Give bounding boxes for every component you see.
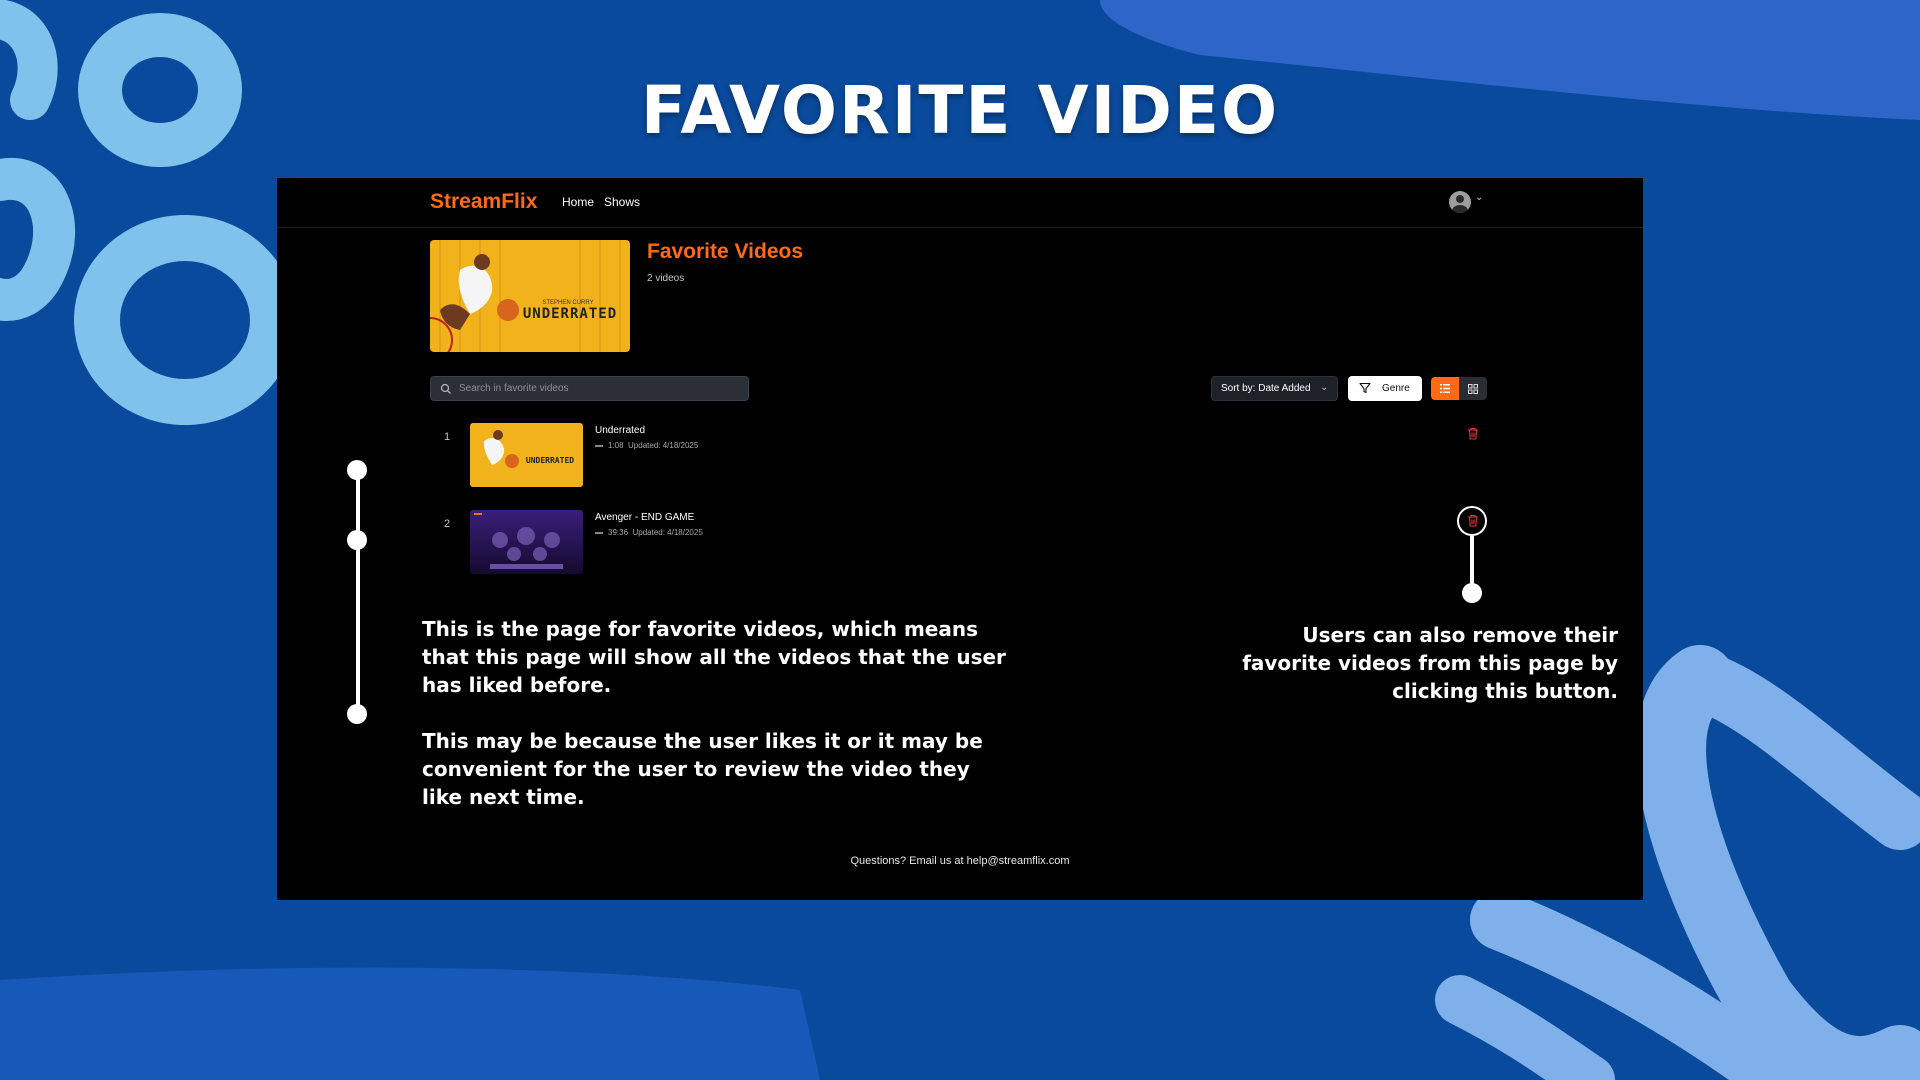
search-icon (440, 383, 451, 394)
grid-view-button[interactable] (1459, 377, 1487, 400)
trash-icon[interactable] (1467, 427, 1479, 440)
video-duration: 1:08 (608, 441, 624, 450)
nav-shows-link[interactable]: Shows (604, 195, 640, 209)
video-thumbnail-underrated[interactable]: UNDERRATED (470, 423, 583, 487)
delete-highlight-ring (1457, 506, 1487, 536)
video-title[interactable]: Underrated (595, 425, 645, 436)
annotation-dot (1462, 583, 1482, 603)
annotation-left-paragraph-1: This is the page for favorite videos, wh… (422, 617, 1006, 697)
search-bar[interactable] (430, 376, 749, 401)
annotation-connector-line (356, 470, 360, 715)
annotation-dot (347, 704, 367, 724)
video-title[interactable]: Avenger - END GAME (595, 512, 694, 523)
dash-icon (595, 444, 603, 447)
annotation-dot (347, 530, 367, 550)
cover-title-text: UNDERRATED (523, 306, 617, 322)
video-meta: 1:08 Updated: 4/18/2025 (595, 441, 698, 450)
video-index: 2 (444, 518, 451, 530)
search-input[interactable] (459, 377, 739, 400)
dash-icon (595, 531, 603, 534)
video-duration: 39:36 (608, 528, 629, 537)
slide-title: FAVORITE VIDEO (640, 72, 1280, 149)
video-thumbnail-avengers[interactable] (470, 510, 583, 574)
video-updated: Updated: 4/18/2025 (628, 441, 699, 450)
list-view-button[interactable] (1431, 377, 1459, 400)
video-updated: Updated: 4/18/2025 (632, 528, 703, 537)
page-title: Favorite Videos (647, 240, 804, 263)
video-count: 2 videos (647, 273, 685, 284)
filter-icon (1359, 382, 1371, 394)
sort-label: Sort by: Date Added (1221, 383, 1311, 394)
footer-contact: Questions? Email us at help@streamflix.c… (850, 855, 1070, 867)
user-avatar-icon[interactable] (1449, 191, 1471, 213)
annotation-left-paragraph-2: This may be because the user likes it or… (422, 729, 983, 809)
navbar: StreamFlix Home Shows ⌄ (277, 178, 1643, 228)
genre-filter-button[interactable]: Genre (1348, 376, 1422, 401)
brand-logo[interactable]: StreamFlix (430, 190, 537, 214)
chevron-down-icon[interactable]: ⌄ (1475, 192, 1483, 203)
list-icon (1440, 384, 1450, 393)
video-index: 1 (444, 431, 451, 443)
favorites-cover-image: STEPHEN CURRY UNDERRATED (430, 240, 630, 352)
video-meta: 39:36 Updated: 4/18/2025 (595, 528, 703, 537)
chevron-down-icon: ⌄ (1320, 382, 1329, 393)
annotation-dot (347, 460, 367, 480)
annotation-right: Users can also remove their favorite vid… (1242, 623, 1618, 703)
sort-dropdown[interactable]: Sort by: Date Added ⌄ (1211, 376, 1338, 401)
genre-label: Genre (1382, 383, 1410, 394)
nav-home-link[interactable]: Home (562, 195, 594, 209)
thumb-text: UNDERRATED (526, 456, 574, 465)
grid-icon (1468, 384, 1478, 394)
